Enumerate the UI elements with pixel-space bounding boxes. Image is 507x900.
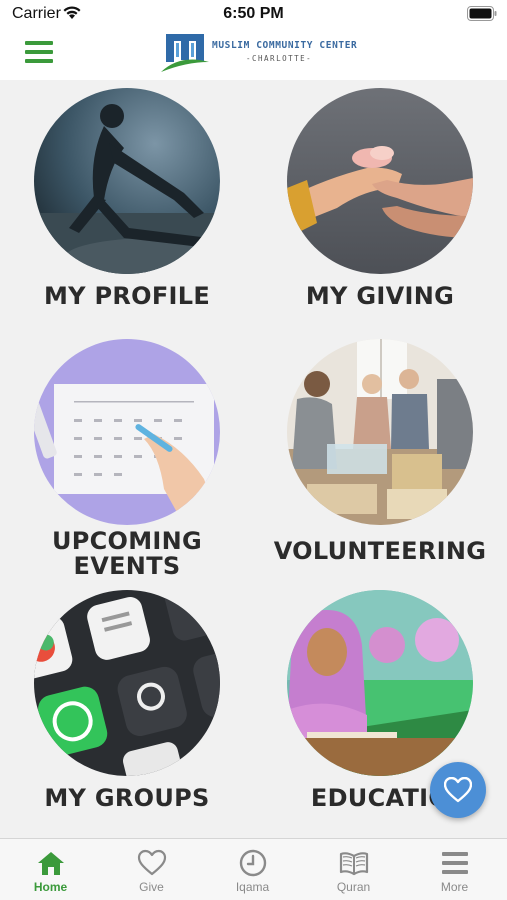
menu-bar	[25, 41, 53, 45]
home-screen: Carrier 6:50 PM MUSLIM COMMUNITY CENTER …	[0, 0, 507, 900]
book-icon	[339, 852, 368, 876]
tile-my-profile[interactable]: MY PROFILE	[7, 88, 247, 309]
students-classroom-photo	[287, 590, 473, 776]
calendar-photo	[34, 339, 220, 525]
tile-label-line2: EVENTS	[73, 552, 181, 580]
volunteers-photo	[287, 339, 473, 525]
logo-subtitle: -CHARLOTTE-	[246, 54, 313, 63]
mcc-logo: MUSLIM COMMUNITY CENTER -CHARLOTTE-	[160, 32, 360, 76]
home-icon	[37, 852, 64, 875]
battery-icon	[467, 6, 497, 21]
tab-label: More	[440, 880, 469, 894]
tile-my-groups[interactable]: MY GROUPS	[7, 590, 247, 811]
heart-icon	[137, 849, 166, 876]
tab-more[interactable]: More	[404, 839, 505, 900]
menu-bar	[25, 50, 53, 54]
tab-give[interactable]: Give	[101, 839, 202, 900]
tile-label: MY GROUPS	[44, 784, 210, 812]
tab-quran[interactable]: Quran	[303, 839, 404, 900]
phone-apps-photo	[34, 590, 220, 776]
tile-volunteering[interactable]: VOLUNTEERING	[260, 339, 500, 564]
heart-icon	[444, 777, 472, 803]
tab-label: Iqama	[235, 880, 270, 894]
logo-title: MUSLIM COMMUNITY CENTER	[212, 40, 358, 51]
tile-label-line1: UPCOMING	[51, 527, 203, 555]
app-header: MUSLIM COMMUNITY CENTER -CHARLOTTE-	[0, 28, 507, 80]
hamburger-menu-button[interactable]	[22, 38, 56, 68]
tile-upcoming-events[interactable]: UPCOMING EVENTS	[7, 339, 247, 579]
bottom-tab-bar: Home Give Iqama Quran More	[0, 838, 507, 900]
mcc-logo-mark-icon	[161, 34, 209, 72]
tile-label: MY PROFILE	[43, 282, 211, 310]
giving-hands-photo	[287, 88, 473, 274]
tab-label: Quran	[336, 880, 371, 894]
tile-label: MY GIVING	[305, 282, 455, 310]
tab-label: Home	[33, 880, 68, 894]
tile-label: VOLUNTEERING	[273, 537, 487, 565]
donate-heart-button[interactable]	[430, 762, 486, 818]
menu-icon	[441, 852, 468, 874]
tab-label: Give	[139, 880, 164, 894]
clock: 6:50 PM	[223, 5, 284, 22]
menu-bar	[25, 59, 53, 63]
tab-iqama[interactable]: Iqama	[202, 839, 303, 900]
tab-home[interactable]: Home	[0, 839, 101, 900]
tile-my-giving[interactable]: MY GIVING	[260, 88, 500, 309]
person-stretching-photo	[34, 88, 220, 274]
clock-icon	[239, 849, 266, 877]
status-bar: Carrier 6:50 PM	[0, 0, 507, 28]
